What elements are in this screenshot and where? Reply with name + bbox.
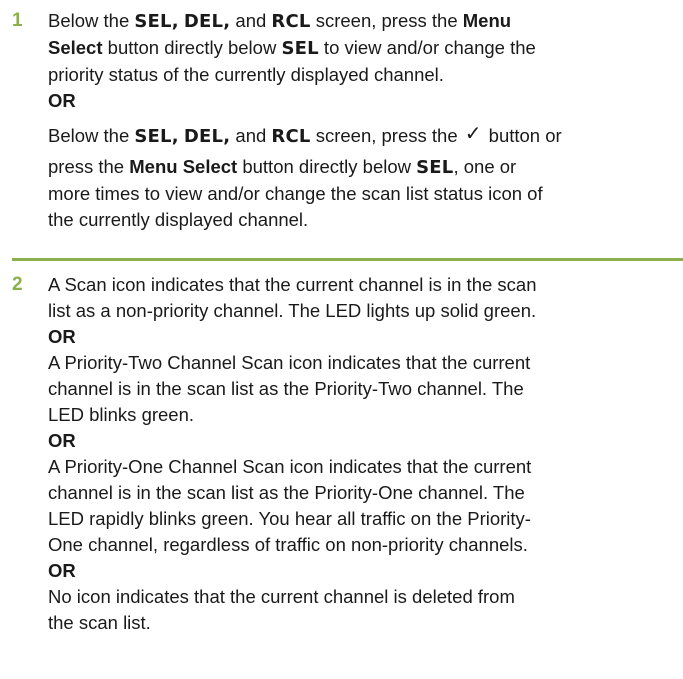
step-number: 2	[12, 274, 23, 295]
step-2-line: A Scan icon indicates that the current c…	[48, 274, 537, 295]
step-1-line-8: the currently displayed channel.	[48, 209, 309, 230]
step-2-line: LED rapidly blinks green. You hear all t…	[48, 508, 531, 529]
or-label: OR	[48, 326, 76, 347]
step-1-line-5: Below the SEL, DEL, and RCL screen, pres…	[48, 121, 562, 147]
or-label: OR	[48, 90, 76, 111]
step-2-line: A Priority-Two Channel Scan icon indicat…	[48, 352, 531, 373]
step-1-line-1: Below the SEL, DEL, and RCL screen, pres…	[48, 10, 512, 32]
step-2-body: A Scan icon indicates that the current c…	[48, 272, 675, 636]
menu-select-label: Menu Select	[129, 156, 238, 177]
step-2-line: One channel, regardless of traffic on no…	[48, 534, 528, 555]
step-2-line: A Priority-One Channel Scan icon indicat…	[48, 456, 532, 477]
step-1-line-7: more times to view and/or change the sca…	[48, 183, 543, 204]
sel-label: SEL,	[134, 11, 179, 32]
del-label: DEL,	[183, 11, 231, 32]
step-2-line: channel is in the scan list as the Prior…	[48, 482, 525, 503]
step-2-line: the scan list.	[48, 612, 151, 633]
step-1-line-6: press the Menu Select button directly be…	[48, 156, 517, 178]
rcl-label: RCL	[271, 11, 311, 32]
or-label: OR	[48, 560, 76, 581]
step-2-line: channel is in the scan list as the Prior…	[48, 378, 524, 399]
step-number: 1	[12, 10, 23, 31]
step-1-body: Below the SEL, DEL, and RCL screen, pres…	[48, 8, 675, 233]
checkmark-icon: ✓	[464, 121, 482, 145]
step-2-line: No icon indicates that the current chann…	[48, 586, 515, 607]
menu-label: Menu	[462, 10, 512, 31]
step-1-line-2: Select button directly below SEL to view…	[48, 37, 536, 59]
step-1-line-3: priority status of the currently display…	[48, 64, 444, 85]
section-divider	[12, 258, 683, 261]
or-label: OR	[48, 430, 76, 451]
step-2-line: list as a non-priority channel. The LED …	[48, 300, 537, 321]
step-2-line: LED blinks green.	[48, 404, 195, 425]
